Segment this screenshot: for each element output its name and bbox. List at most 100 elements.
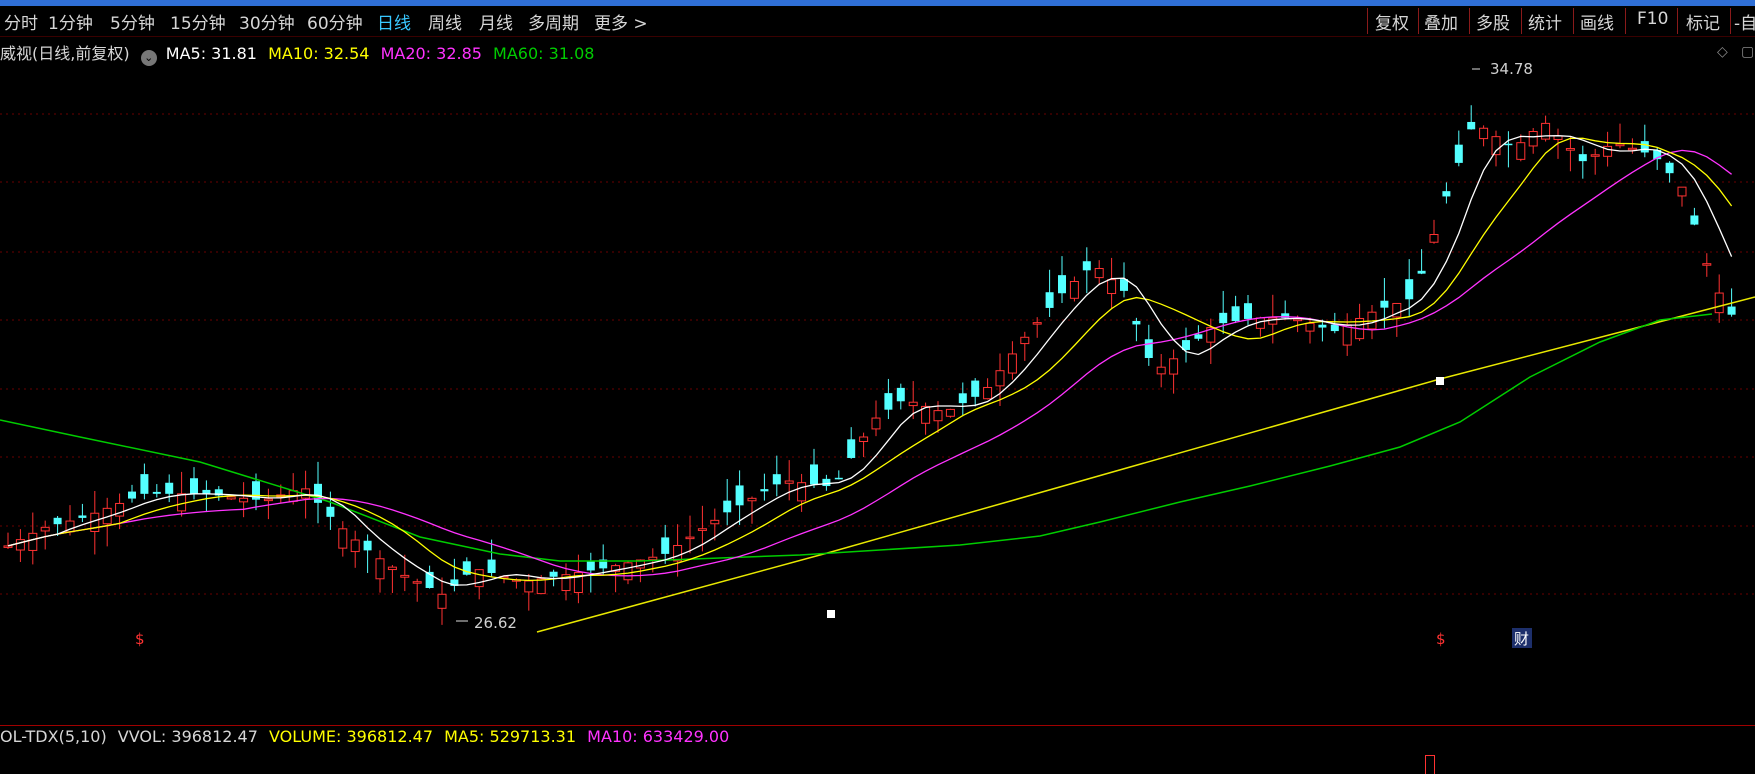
event-marker[interactable]: $ (135, 630, 145, 648)
candle-body[interactable] (747, 497, 757, 502)
candle-body[interactable] (1615, 143, 1625, 147)
candle-body[interactable] (834, 477, 843, 480)
candle-body[interactable] (586, 560, 595, 571)
candle-body[interactable] (536, 578, 546, 595)
candle-body[interactable] (400, 574, 410, 578)
candle-body[interactable] (226, 496, 236, 500)
candle-body[interactable] (1727, 306, 1736, 315)
candle-body[interactable] (822, 478, 831, 487)
statistics-button[interactable]: 统计 (1528, 9, 1562, 34)
candle-body[interactable] (1702, 263, 1712, 266)
candle-body[interactable] (933, 410, 943, 422)
period-tab-monthly[interactable]: 月线 (479, 9, 513, 34)
candle-body[interactable] (375, 558, 385, 580)
candle-body[interactable] (1293, 318, 1303, 322)
candle-body[interactable] (723, 500, 732, 513)
fuquan-button[interactable]: 复权 (1375, 9, 1409, 34)
candle-body[interactable] (165, 482, 174, 494)
candle-body[interactable] (1714, 292, 1724, 314)
finance-marker[interactable]: 财 (1514, 630, 1529, 648)
candle-body[interactable] (1454, 144, 1463, 163)
candle-body[interactable] (363, 540, 372, 551)
candle-body[interactable] (1417, 270, 1426, 274)
candle-body[interactable] (1491, 136, 1501, 156)
candle-body[interactable] (1330, 324, 1339, 332)
multi-stock-button[interactable]: 多股 (1476, 9, 1510, 34)
overlay-button[interactable]: 叠加 (1424, 9, 1458, 34)
candle-body[interactable] (239, 497, 249, 503)
candle-body[interactable] (1156, 366, 1166, 375)
candle-body[interactable] (474, 569, 484, 588)
candle-body[interactable] (623, 562, 633, 581)
trend-anchor-point[interactable] (827, 610, 835, 618)
candle-body[interactable] (1194, 334, 1203, 339)
period-tab-15min[interactable]: 15分钟 (170, 9, 226, 34)
candle-body[interactable] (971, 380, 980, 397)
candle-body[interactable] (28, 532, 38, 551)
candle-body[interactable] (710, 519, 720, 525)
candle-body[interactable] (1479, 127, 1489, 140)
candle-body[interactable] (896, 387, 905, 402)
candle-body[interactable] (784, 480, 794, 484)
candle-body[interactable] (53, 517, 62, 525)
candle-body[interactable] (760, 489, 769, 492)
mark-button[interactable]: 标记 (1686, 9, 1720, 34)
candle-body[interactable] (78, 515, 87, 518)
candle-body[interactable] (697, 528, 707, 531)
candle-body[interactable] (847, 439, 856, 458)
panel-divider[interactable] (0, 725, 1755, 726)
candle-body[interactable] (1268, 317, 1278, 325)
candle-body[interactable] (1032, 322, 1042, 325)
custom-button[interactable]: -自 (1734, 9, 1755, 34)
period-tab-30min[interactable]: 30分钟 (239, 9, 295, 34)
period-more-menu[interactable]: 更多 > (594, 9, 648, 34)
candle-body[interactable] (1467, 121, 1476, 130)
candle-body[interactable] (1107, 279, 1117, 295)
candle-body[interactable] (1442, 191, 1451, 197)
candle-body[interactable] (1318, 324, 1327, 328)
event-marker[interactable]: $ (1436, 630, 1446, 648)
candle-body[interactable] (1665, 162, 1674, 174)
candle-body[interactable] (648, 556, 658, 561)
period-tab-weekly[interactable]: 周线 (428, 9, 462, 34)
candle-body[interactable] (958, 393, 967, 404)
period-tab-1min[interactable]: 1分钟 (48, 9, 93, 34)
candle-body[interactable] (549, 571, 558, 577)
candle-body[interactable] (3, 545, 13, 548)
candle-body[interactable] (437, 593, 447, 609)
candle-body[interactable] (859, 436, 869, 443)
candle-body[interactable] (1007, 353, 1017, 374)
candle-body[interactable] (1231, 306, 1240, 322)
candle-body[interactable] (350, 539, 360, 553)
period-tab-60min[interactable]: 60分钟 (307, 9, 363, 34)
candle-body[interactable] (884, 393, 893, 410)
trend-anchor-point[interactable] (1436, 377, 1444, 385)
candle-body[interactable] (177, 493, 187, 512)
candle-body[interactable] (524, 580, 534, 593)
diamond-icon[interactable]: ◇ (1717, 44, 1728, 60)
candle-body[interactable] (15, 539, 25, 551)
candle-body[interactable] (1677, 186, 1687, 197)
period-tab-multi[interactable]: 多周期 (528, 9, 579, 34)
candle-body[interactable] (1058, 275, 1066, 294)
period-tab-5min[interactable]: 5分钟 (110, 9, 155, 34)
candle-body[interactable] (1169, 358, 1179, 375)
candle-body[interactable] (1380, 300, 1389, 308)
candle-body[interactable] (387, 566, 397, 571)
candle-body[interactable] (314, 483, 322, 503)
period-tab-fenshi[interactable]: 分时 (4, 9, 38, 34)
candle-body[interactable] (685, 536, 695, 540)
candle-body[interactable] (995, 370, 1005, 387)
candle-body[interactable] (1429, 234, 1439, 243)
draw-line-button[interactable]: 画线 (1580, 9, 1614, 34)
candle-body[interactable] (1528, 131, 1538, 147)
candle-body[interactable] (1305, 322, 1315, 332)
candle-body[interactable] (152, 491, 161, 494)
candle-body[interactable] (263, 498, 273, 502)
candle-body[interactable] (797, 482, 807, 502)
candle-body[interactable] (40, 526, 50, 532)
candle-body[interactable] (1640, 141, 1649, 153)
candle-body[interactable] (1069, 281, 1079, 299)
candle-body[interactable] (810, 464, 818, 485)
candle-body[interactable] (661, 537, 670, 554)
